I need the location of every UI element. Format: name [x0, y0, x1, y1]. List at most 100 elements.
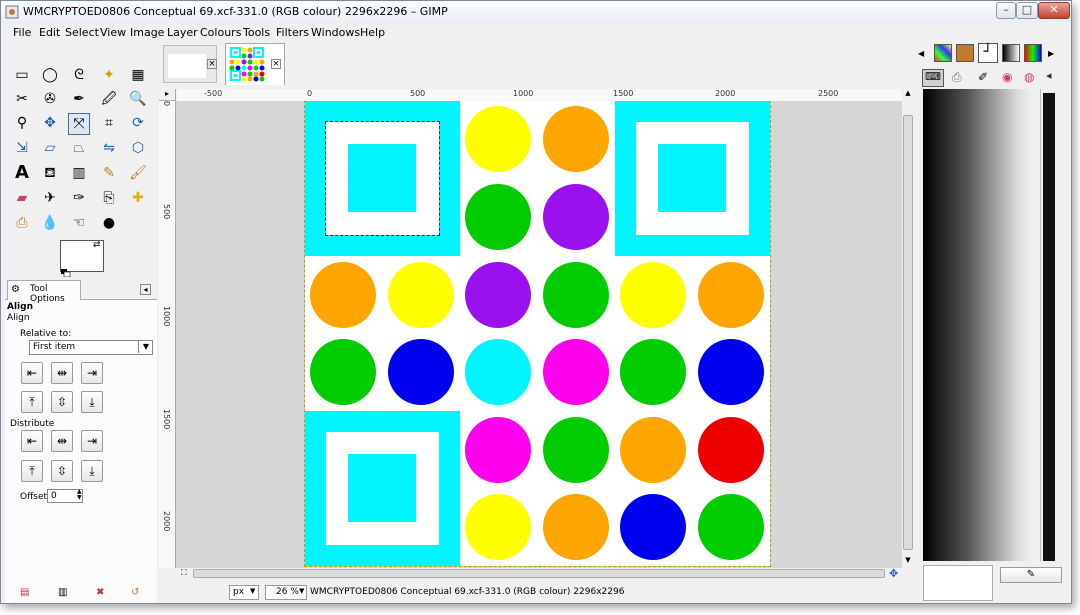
menu-view[interactable]: View [100, 26, 126, 39]
align-right-button[interactable]: ⇥ [81, 362, 103, 384]
menu-layer[interactable]: Layer [167, 26, 198, 39]
paintbrush-icon[interactable]: 🖌 [127, 163, 149, 185]
close-button[interactable]: ✕ [1038, 2, 1070, 19]
quick-mask-corner[interactable]: ▸ [159, 89, 176, 101]
clone-icon[interactable]: ⎘ [98, 188, 120, 210]
colors-tab-icon[interactable]: ◉ [1002, 70, 1012, 84]
airbrush-icon[interactable]: ✈ [39, 188, 61, 210]
distribute-bottom-button[interactable]: ⤓ [81, 460, 103, 482]
edit-gradient-button[interactable]: ✎ [1000, 567, 1062, 583]
ellipse-select-icon[interactable]: ◯ [39, 65, 61, 87]
ink-icon[interactable]: ✑ [68, 188, 90, 210]
smudge-icon[interactable]: ☜ [68, 213, 90, 235]
cage-transform-icon[interactable]: ⬡ [127, 138, 149, 160]
scissors-select-icon[interactable]: ✂ [11, 89, 33, 111]
fuzzy-select-icon[interactable]: ✦ [98, 65, 120, 87]
horizontal-scrollbar[interactable]: ⛶ ✥ [177, 567, 902, 580]
menu-edit[interactable]: Edit [39, 26, 60, 39]
restore-options-icon[interactable]: ▥ [58, 587, 67, 598]
heal-icon[interactable]: ✚ [127, 188, 149, 210]
distribute-top-button[interactable]: ⤒ [21, 460, 43, 482]
dock-bottom-preview[interactable] [923, 565, 993, 601]
select-by-color-icon[interactable]: ▦ [127, 65, 149, 87]
perspective-clone-icon[interactable]: ⎙ [11, 213, 33, 235]
relative-to-select[interactable]: First item ▼ [29, 340, 153, 355]
vertical-ruler[interactable]: 0 500 1000 1500 2000 [159, 101, 176, 568]
align-vcenter-button[interactable]: ⇳ [51, 391, 73, 413]
color-picker-icon[interactable]: 🖉 [98, 89, 120, 111]
delete-options-icon[interactable]: ✖ [96, 587, 104, 598]
dock-left-arrow-icon[interactable]: ◀ [918, 49, 924, 58]
hscroll-thumb[interactable] [193, 569, 885, 578]
patterns-tab-icon[interactable] [934, 44, 952, 62]
distribute-left-button[interactable]: ⇤ [21, 430, 43, 452]
dock-right-arrow-icon[interactable]: ▶ [1048, 49, 1054, 58]
pencil-icon[interactable]: ✎ [98, 163, 120, 185]
align-left-button[interactable]: ⇤ [21, 362, 43, 384]
distribute-right-button[interactable]: ⇥ [81, 430, 103, 452]
menu-colours[interactable]: Colours [200, 26, 241, 39]
measure-icon[interactable]: ⚲ [11, 113, 33, 135]
brushes-tab-icon[interactable] [956, 44, 974, 62]
menu-tools[interactable]: Tools [243, 26, 270, 39]
document-history-icon[interactable]: ⎙ [952, 70, 962, 85]
dodge-burn-icon[interactable]: ● [98, 213, 120, 235]
close-tab-icon[interactable]: × [207, 59, 217, 69]
dock-menu-icon[interactable]: ◂ [1046, 69, 1052, 82]
crop-icon[interactable]: ⌗ [98, 113, 120, 135]
foreground-select-icon[interactable]: ✇ [39, 89, 61, 111]
brush-tab-icon[interactable]: ✐ [978, 70, 988, 84]
menu-filters[interactable]: Filters [276, 26, 309, 39]
zoom-fit-icon[interactable]: ⛶ [181, 568, 187, 578]
canvas-viewport[interactable] [176, 101, 902, 568]
scroll-down-icon[interactable]: ▼ [903, 556, 913, 566]
flip-icon[interactable]: ⇋ [98, 138, 120, 160]
palettes-tab-icon[interactable] [1024, 44, 1042, 62]
gradient-preview[interactable] [923, 89, 1035, 561]
align-icon[interactable]: ⤧ [68, 113, 90, 135]
free-select-icon[interactable]: ᘓ [68, 65, 90, 87]
perspective-icon[interactable]: ⏢ [68, 138, 90, 160]
eraser-icon[interactable]: ▰ [11, 188, 33, 210]
distribute-vcenter-button[interactable]: ⇳ [51, 460, 73, 482]
menu-image[interactable]: Image [130, 26, 164, 39]
scroll-thumb[interactable] [903, 115, 913, 550]
bucket-fill-icon[interactable]: ⛾ [39, 163, 61, 185]
gradients-tab-icon[interactable] [1002, 44, 1020, 62]
tool-presets-icon[interactable]: ⌨ [922, 69, 944, 87]
vertical-scrollbar[interactable]: ▲ ▼ [902, 89, 914, 568]
blur-sharpen-icon[interactable]: 💧 [39, 213, 61, 235]
zoom-select[interactable]: 26 % ▼ [265, 585, 307, 600]
rect-select-icon[interactable]: ▭ [11, 65, 33, 87]
shear-icon[interactable]: ▱ [39, 138, 61, 160]
text-tool-icon[interactable]: A [11, 163, 33, 185]
default-colors-icon[interactable] [61, 267, 71, 278]
menu-file[interactable]: File [13, 26, 31, 39]
move-icon[interactable]: ✥ [39, 113, 61, 135]
align-hcenter-button[interactable]: ⇹ [51, 362, 73, 384]
paths-tab-icon[interactable]: ┘ [978, 43, 998, 63]
unit-select[interactable]: px ▼ [229, 585, 259, 600]
distribute-hcenter-button[interactable]: ⇹ [51, 430, 73, 452]
close-tab-icon[interactable]: × [271, 59, 281, 69]
fonts-tab-icon[interactable]: ◍ [1024, 70, 1034, 84]
save-options-icon[interactable]: ▤ [20, 587, 29, 598]
swap-colors-icon[interactable]: ⇄ [93, 240, 101, 250]
image-canvas[interactable] [304, 101, 771, 567]
align-top-button[interactable]: ⤒ [21, 391, 43, 413]
menu-select[interactable]: Select [65, 26, 99, 39]
menu-help[interactable]: Help [360, 26, 385, 39]
panel-menu-icon[interactable]: ◂ [140, 284, 151, 295]
offset-spinbox[interactable]: 0 ▲ ▼ [47, 489, 83, 503]
menu-windows[interactable]: Windows [311, 26, 360, 39]
maximize-button[interactable]: □ [1016, 2, 1038, 19]
scale-icon[interactable]: ⇲ [11, 138, 33, 160]
reset-options-icon[interactable]: ↺ [131, 587, 139, 598]
navigate-icon[interactable]: ✥ [889, 567, 898, 580]
tab-tool-options[interactable]: ⚙ Tool Options [7, 280, 81, 304]
align-bottom-button[interactable]: ⤓ [81, 391, 103, 413]
rotate-icon[interactable]: ⟳ [127, 113, 149, 135]
scroll-up-icon[interactable]: ▲ [903, 89, 913, 99]
blend-icon[interactable]: ▥ [68, 163, 90, 185]
zoom-icon[interactable]: 🔍 [127, 89, 149, 111]
